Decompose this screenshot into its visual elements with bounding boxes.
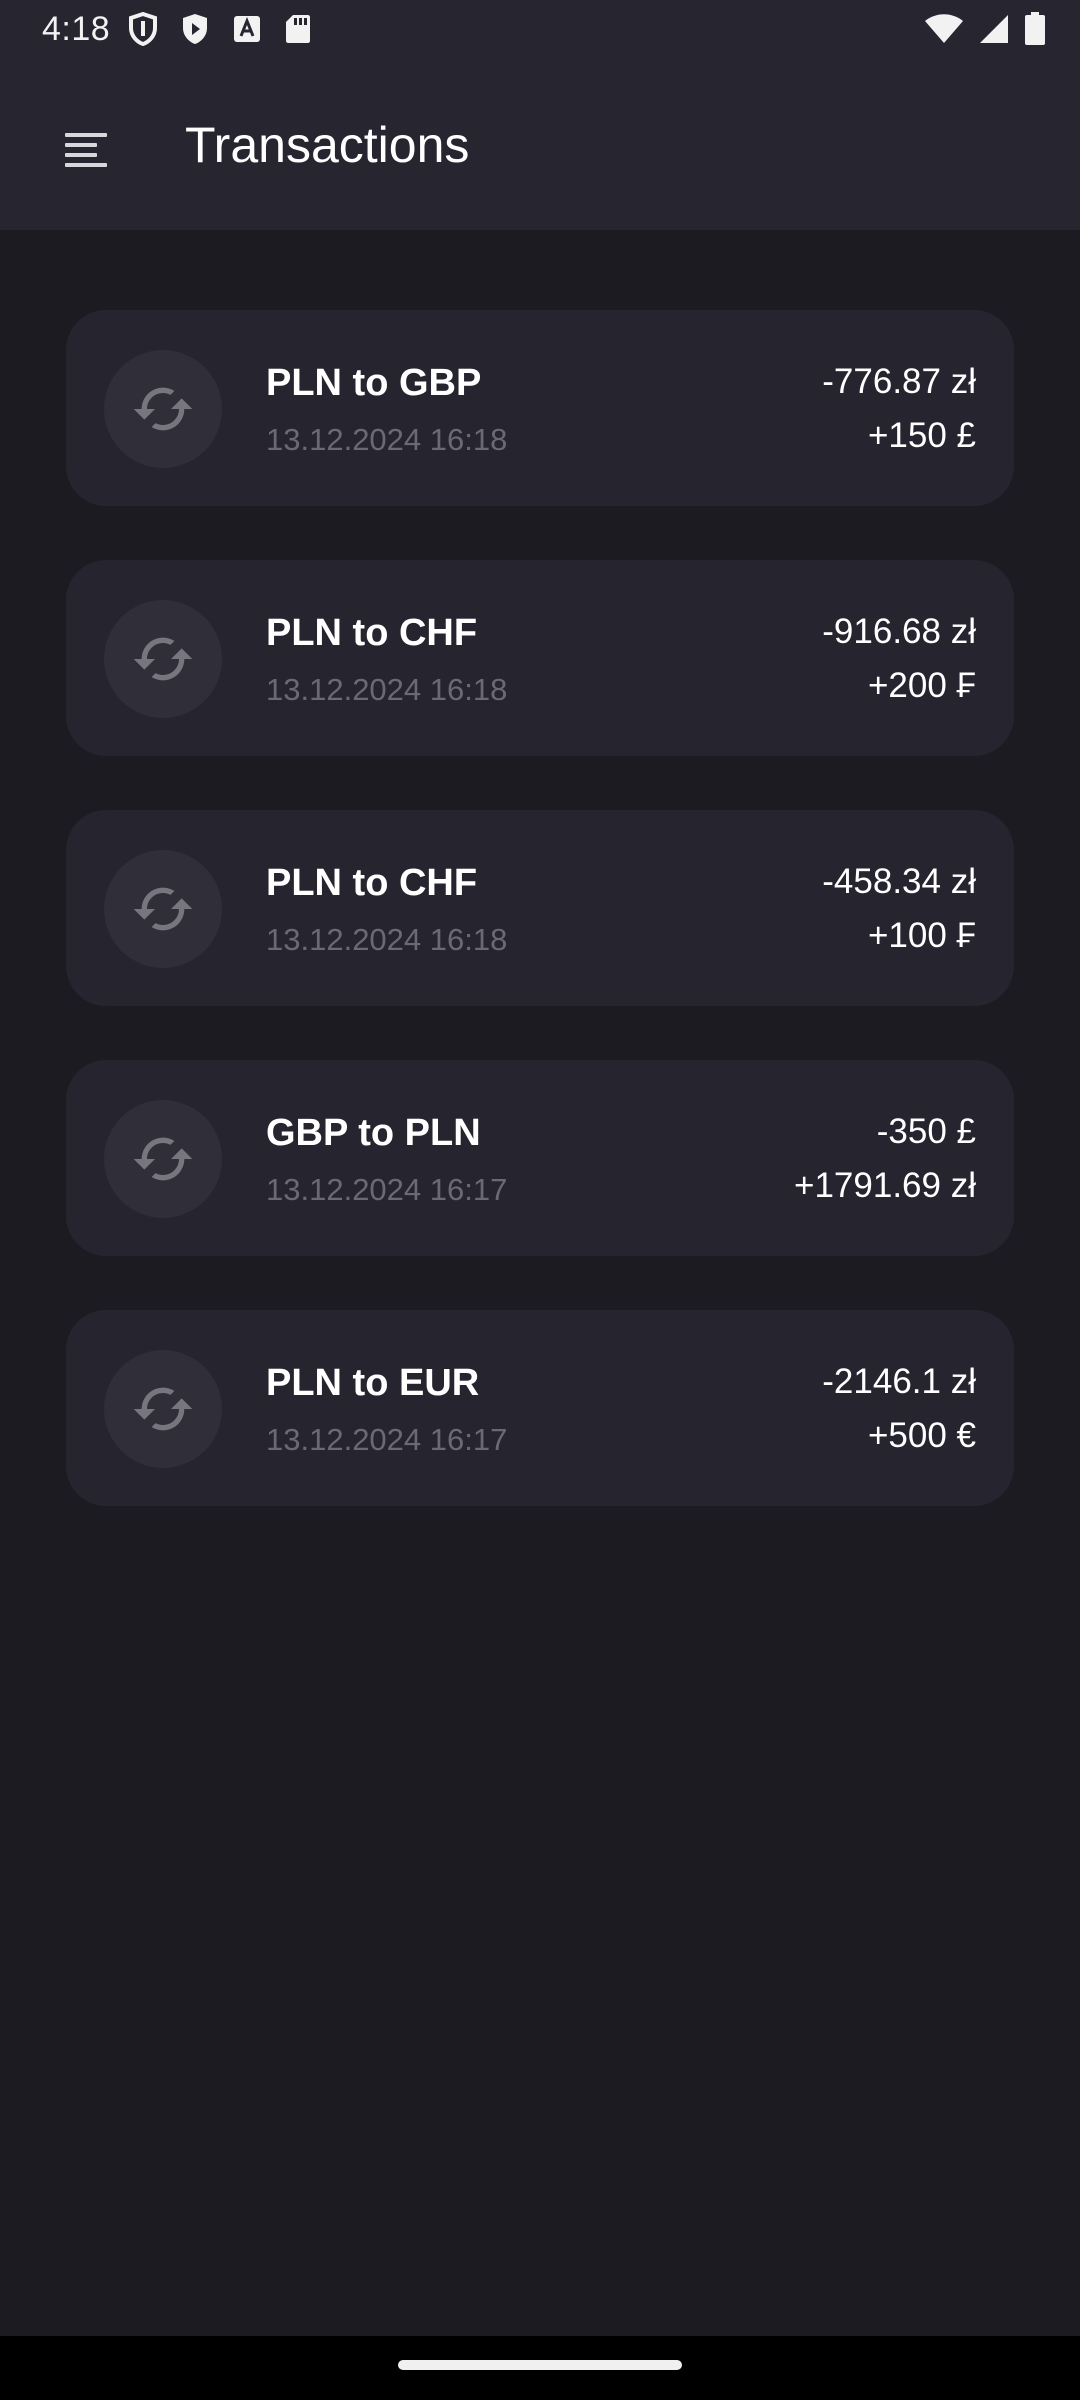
exchange-icon — [133, 1387, 193, 1431]
menu-icon — [65, 133, 107, 167]
transaction-avatar — [104, 600, 222, 718]
transaction-title: PLN to EUR — [266, 1362, 480, 1404]
top-bar: 4:18 Transactions — [0, 0, 1080, 230]
transaction-avatar — [104, 1350, 222, 1468]
status-bar: 4:18 — [0, 0, 1080, 64]
transaction-date: 13.12.2024 16:18 — [266, 922, 508, 957]
cellular-signal-icon — [980, 15, 1008, 43]
status-icons-right — [924, 12, 1046, 46]
transaction-debit: -350 £ — [876, 1112, 976, 1151]
transaction-debit: -2146.1 zł — [822, 1362, 976, 1401]
transaction-avatar — [104, 850, 222, 968]
status-icons-left — [128, 12, 312, 46]
transaction-card[interactable]: PLN to EUR 13.12.2024 16:17 -2146.1 zł +… — [66, 1310, 1014, 1506]
sd-card-icon — [286, 15, 310, 43]
transaction-credit: +150 £ — [867, 416, 976, 455]
exchange-icon — [133, 637, 193, 681]
status-time: 4:18 — [42, 10, 111, 48]
transaction-list: PLN to GBP 13.12.2024 16:18 -776.87 zł +… — [66, 310, 1014, 1560]
exchange-icon — [133, 387, 193, 431]
battery-icon — [1025, 12, 1045, 45]
transaction-card[interactable]: PLN to CHF 13.12.2024 16:18 -458.34 zł +… — [66, 810, 1014, 1006]
transaction-debit: -916.68 zł — [822, 612, 976, 651]
shield-icon — [129, 12, 157, 46]
wifi-icon — [925, 14, 963, 43]
transaction-card[interactable]: PLN to CHF 13.12.2024 16:18 -916.68 zł +… — [66, 560, 1014, 756]
transaction-card[interactable]: GBP to PLN 13.12.2024 16:17 -350 £ +1791… — [66, 1060, 1014, 1256]
page-title: Transactions — [185, 117, 470, 173]
screen: 4:18 Transactions PLN to GBP 13.12.2024 … — [0, 0, 1080, 2400]
transaction-credit: +1791.69 zł — [794, 1166, 976, 1205]
transaction-date: 13.12.2024 16:18 — [266, 672, 508, 707]
transaction-card[interactable]: PLN to GBP 13.12.2024 16:18 -776.87 zł +… — [66, 310, 1014, 506]
transaction-title: PLN to CHF — [266, 612, 478, 654]
transaction-debit: -458.34 zł — [822, 862, 976, 901]
transaction-avatar — [104, 1100, 222, 1218]
menu-button[interactable] — [46, 114, 126, 184]
font-a-icon — [234, 16, 260, 42]
navigation-bar — [0, 2336, 1080, 2400]
gesture-handle[interactable] — [398, 2360, 682, 2370]
transaction-title: PLN to CHF — [266, 862, 478, 904]
play-protect-icon — [183, 14, 207, 44]
transaction-credit: +500 € — [867, 1416, 976, 1455]
transaction-date: 13.12.2024 16:17 — [266, 1172, 508, 1207]
transaction-debit: -776.87 zł — [822, 362, 976, 401]
transaction-avatar — [104, 350, 222, 468]
transaction-date: 13.12.2024 16:17 — [266, 1422, 508, 1457]
transaction-credit: +100 ₣ — [867, 916, 976, 955]
exchange-icon — [133, 1137, 193, 1181]
transaction-title: GBP to PLN — [266, 1112, 481, 1154]
app-bar: Transactions — [0, 64, 1080, 230]
transaction-title: PLN to GBP — [266, 362, 482, 404]
exchange-icon — [133, 887, 193, 931]
transaction-credit: +200 ₣ — [867, 666, 976, 705]
transaction-date: 13.12.2024 16:18 — [266, 422, 508, 457]
